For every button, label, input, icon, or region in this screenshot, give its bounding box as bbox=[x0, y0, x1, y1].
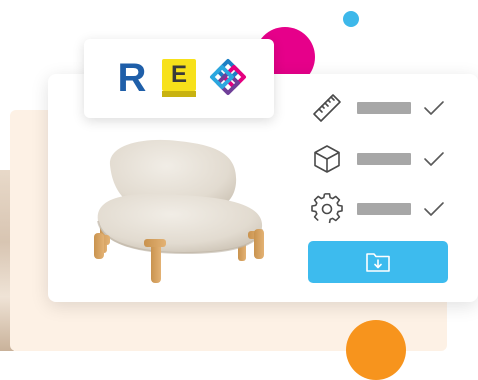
edificius-logo-letter: E bbox=[162, 59, 196, 91]
ruler-icon bbox=[313, 94, 341, 122]
feature-bar-dimensions bbox=[357, 102, 411, 114]
folder-download-icon bbox=[366, 253, 390, 272]
software-logos-card: R E bbox=[84, 39, 274, 118]
feature-bar-parameters bbox=[357, 203, 411, 215]
gear-icon bbox=[311, 193, 343, 224]
check-icon bbox=[424, 101, 444, 115]
revit-logo: R bbox=[116, 57, 148, 99]
decorative-blue-dot bbox=[343, 11, 359, 27]
revit-logo-letter: R bbox=[117, 56, 147, 100]
download-button[interactable] bbox=[308, 241, 448, 283]
feature-bar-3d-model bbox=[357, 153, 411, 165]
ifc-logo bbox=[210, 59, 246, 95]
decorative-orange-circle bbox=[346, 320, 406, 380]
check-icon bbox=[424, 152, 444, 166]
cube-icon bbox=[314, 145, 340, 173]
armchair-image bbox=[94, 139, 264, 283]
check-icon bbox=[424, 202, 444, 216]
edificius-logo: E bbox=[162, 59, 196, 97]
